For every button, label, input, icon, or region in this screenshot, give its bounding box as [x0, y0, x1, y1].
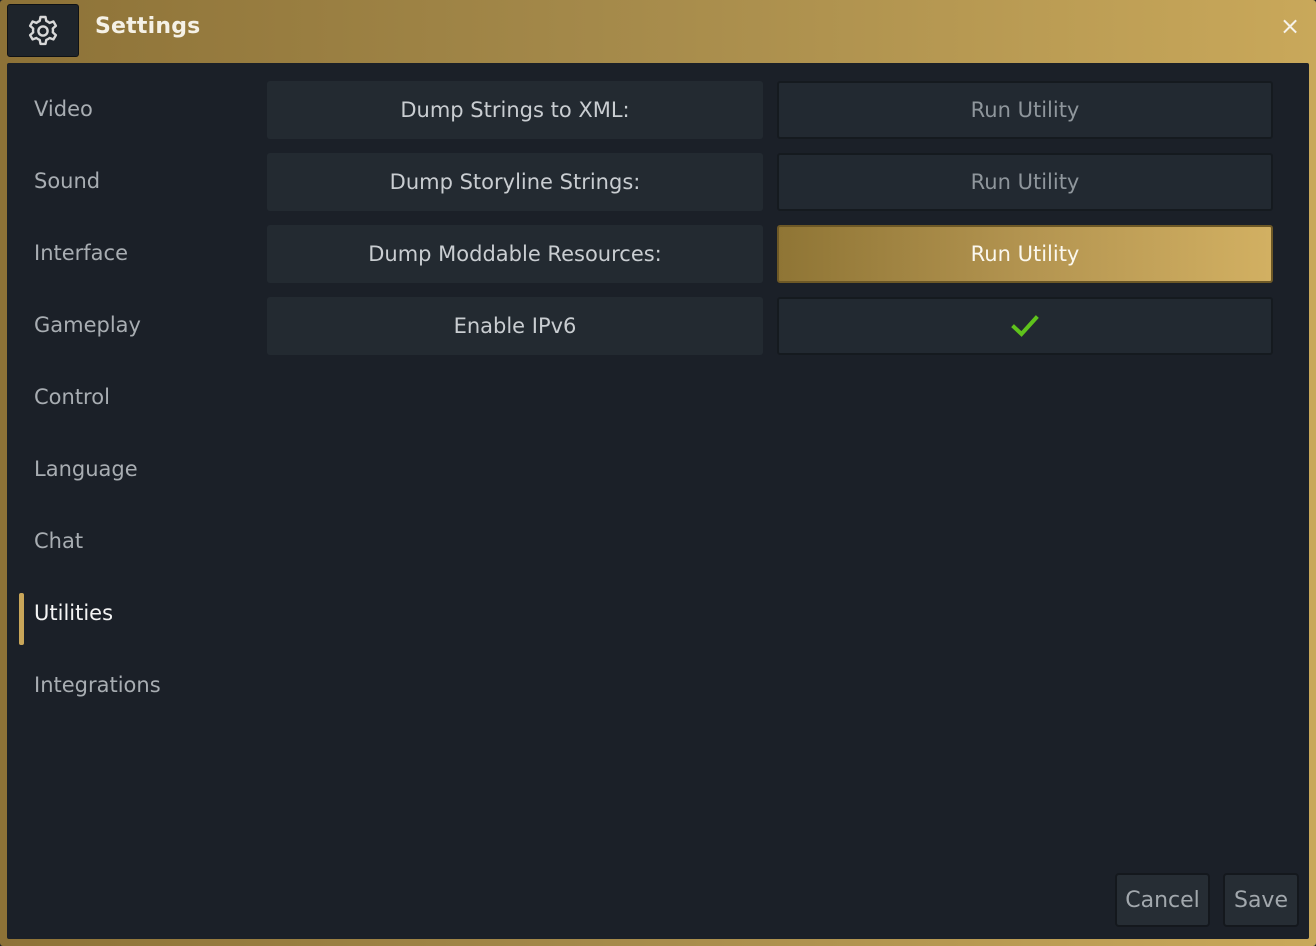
sidebar-item-integrations[interactable]: Integrations: [7, 649, 257, 721]
save-button[interactable]: Save: [1223, 873, 1299, 927]
sidebar-item-label: Chat: [34, 529, 84, 553]
sidebar-item-label: Language: [34, 457, 138, 481]
sidebar-item-label: Integrations: [34, 673, 161, 697]
sidebar-item-label: Video: [34, 97, 93, 121]
sidebar-item-label: Gameplay: [34, 313, 141, 337]
sidebar-item-video[interactable]: Video: [7, 73, 257, 145]
setting-row-dump-strings-xml: Dump Strings to XML: Run Utility: [267, 81, 1273, 139]
sidebar-item-label: Sound: [34, 169, 101, 193]
sidebar-item-label: Control: [34, 385, 110, 409]
sidebar-item-label: Interface: [34, 241, 129, 265]
gear-icon: [28, 15, 58, 45]
setting-label: Dump Moddable Resources:: [267, 225, 763, 283]
setting-label: Dump Strings to XML:: [267, 81, 763, 139]
close-button[interactable]: ×: [1278, 14, 1302, 38]
sidebar-item-control[interactable]: Control: [7, 361, 257, 433]
close-icon: ×: [1279, 12, 1301, 40]
checkmark-icon: [1011, 315, 1039, 337]
window-title: Settings: [95, 14, 201, 39]
setting-row-enable-ipv6: Enable IPv6: [267, 297, 1273, 355]
sidebar-item-sound[interactable]: Sound: [7, 145, 257, 217]
setting-row-dump-storyline-strings: Dump Storyline Strings: Run Utility: [267, 153, 1273, 211]
settings-body: Video Sound Interface Gameplay Control L…: [7, 63, 1309, 939]
ipv6-checkbox[interactable]: [777, 297, 1273, 355]
cancel-button[interactable]: Cancel: [1115, 873, 1210, 927]
run-utility-button[interactable]: Run Utility: [777, 81, 1273, 139]
sidebar-item-chat[interactable]: Chat: [7, 505, 257, 577]
run-utility-button[interactable]: Run Utility: [777, 153, 1273, 211]
settings-button[interactable]: [7, 4, 79, 57]
title-bar: Settings ×: [0, 0, 1316, 63]
sidebar-item-label: Utilities: [34, 601, 114, 625]
run-utility-button[interactable]: Run Utility: [777, 225, 1273, 283]
settings-sidebar: Video Sound Interface Gameplay Control L…: [7, 73, 257, 721]
sidebar-item-gameplay[interactable]: Gameplay: [7, 289, 257, 361]
settings-window: Settings × Video Sound Interface Gamepla…: [0, 0, 1316, 946]
sidebar-item-utilities[interactable]: Utilities: [7, 577, 257, 649]
setting-row-dump-moddable-resources: Dump Moddable Resources: Run Utility: [267, 225, 1273, 283]
sidebar-item-language[interactable]: Language: [7, 433, 257, 505]
sidebar-item-interface[interactable]: Interface: [7, 217, 257, 289]
setting-label: Enable IPv6: [267, 297, 763, 355]
setting-label: Dump Storyline Strings:: [267, 153, 763, 211]
